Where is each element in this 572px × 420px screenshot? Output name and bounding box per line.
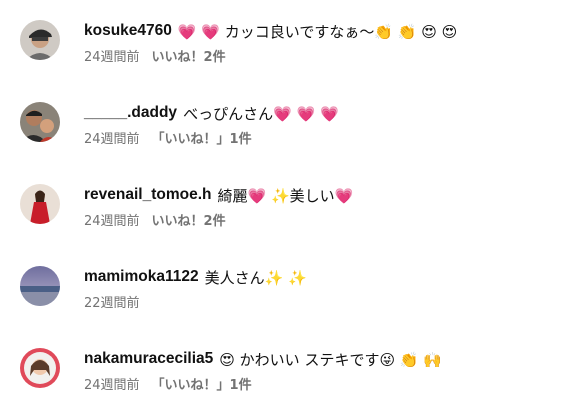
comment-likes[interactable]: 「いいね！」1件 <box>152 374 252 393</box>
comment-item: revenail_tomoe.h 綺麗💗 ✨美しい💗 24週間前 いいね！2件 <box>0 184 572 256</box>
comment-meta: 22週間前 <box>84 292 140 311</box>
woman-red-dress-avatar-icon <box>20 184 60 224</box>
comment-text: べっぴんさん💗 💗 💗 <box>183 104 339 123</box>
avatar[interactable] <box>20 266 60 306</box>
avatar[interactable] <box>20 348 60 388</box>
comment-username[interactable]: mamimoka1122 <box>84 268 199 286</box>
comment-time[interactable]: 24週間前 <box>84 128 140 147</box>
comment-meta: 24週間前 いいね！2件 <box>84 210 226 229</box>
comment-text: 😍 かわいい ステキです😜 👏 🙌 <box>219 350 442 369</box>
comment-username[interactable]: nakamuracecilia5 <box>84 350 213 368</box>
comment-item: mamimoka1122 美人さん✨ ✨ 22週間前 <box>0 266 572 338</box>
avatar[interactable] <box>20 184 60 224</box>
sea-horizon-avatar-icon <box>20 266 60 306</box>
comment-likes[interactable]: いいね！2件 <box>152 210 226 229</box>
comment-username[interactable]: kosuke4760 <box>84 22 172 40</box>
comment-likes[interactable]: いいね！2件 <box>152 46 226 65</box>
comment-line: kosuke4760 💗 💗 カッコ良いですなぁ〜👏 👏 😍 😍 <box>84 20 457 42</box>
woman-portrait-avatar-icon <box>20 348 60 388</box>
comment-line: nakamuracecilia5 😍 かわいい ステキです😜 👏 🙌 <box>84 348 442 370</box>
comment-meta: 24週間前 「いいね！」1件 <box>84 128 252 147</box>
comment-line: mamimoka1122 美人さん✨ ✨ <box>84 266 307 288</box>
father-and-child-avatar-icon <box>20 102 60 142</box>
comment-meta: 24週間前 いいね！2件 <box>84 46 226 65</box>
avatar[interactable] <box>20 20 60 60</box>
comment-text: 美人さん✨ ✨ <box>204 268 307 287</box>
man-in-cap-avatar-icon <box>20 20 60 60</box>
comment-item: _____.daddy べっぴんさん💗 💗 💗 24週間前 「いいね！」1件 <box>0 102 572 174</box>
comment-time[interactable]: 22週間前 <box>84 292 140 311</box>
comment-time[interactable]: 24週間前 <box>84 210 140 229</box>
comment-item: kosuke4760 💗 💗 カッコ良いですなぁ〜👏 👏 😍 😍 24週間前 い… <box>0 20 572 92</box>
comment-username[interactable]: _____.daddy <box>84 104 177 122</box>
comment-text: 綺麗💗 ✨美しい💗 <box>217 186 354 205</box>
comment-username[interactable]: revenail_tomoe.h <box>84 186 212 204</box>
comment-line: revenail_tomoe.h 綺麗💗 ✨美しい💗 <box>84 184 353 206</box>
comment-time[interactable]: 24週間前 <box>84 374 140 393</box>
comment-likes[interactable]: 「いいね！」1件 <box>152 128 252 147</box>
comment-meta: 24週間前 「いいね！」1件 <box>84 374 252 393</box>
comment-line: _____.daddy べっぴんさん💗 💗 💗 <box>84 102 339 124</box>
comment-text: 💗 💗 カッコ良いですなぁ〜👏 👏 😍 😍 <box>177 22 458 41</box>
avatar[interactable] <box>20 102 60 142</box>
comment-time[interactable]: 24週間前 <box>84 46 140 65</box>
comment-item: nakamuracecilia5 😍 かわいい ステキです😜 👏 🙌 24週間前… <box>0 348 572 420</box>
